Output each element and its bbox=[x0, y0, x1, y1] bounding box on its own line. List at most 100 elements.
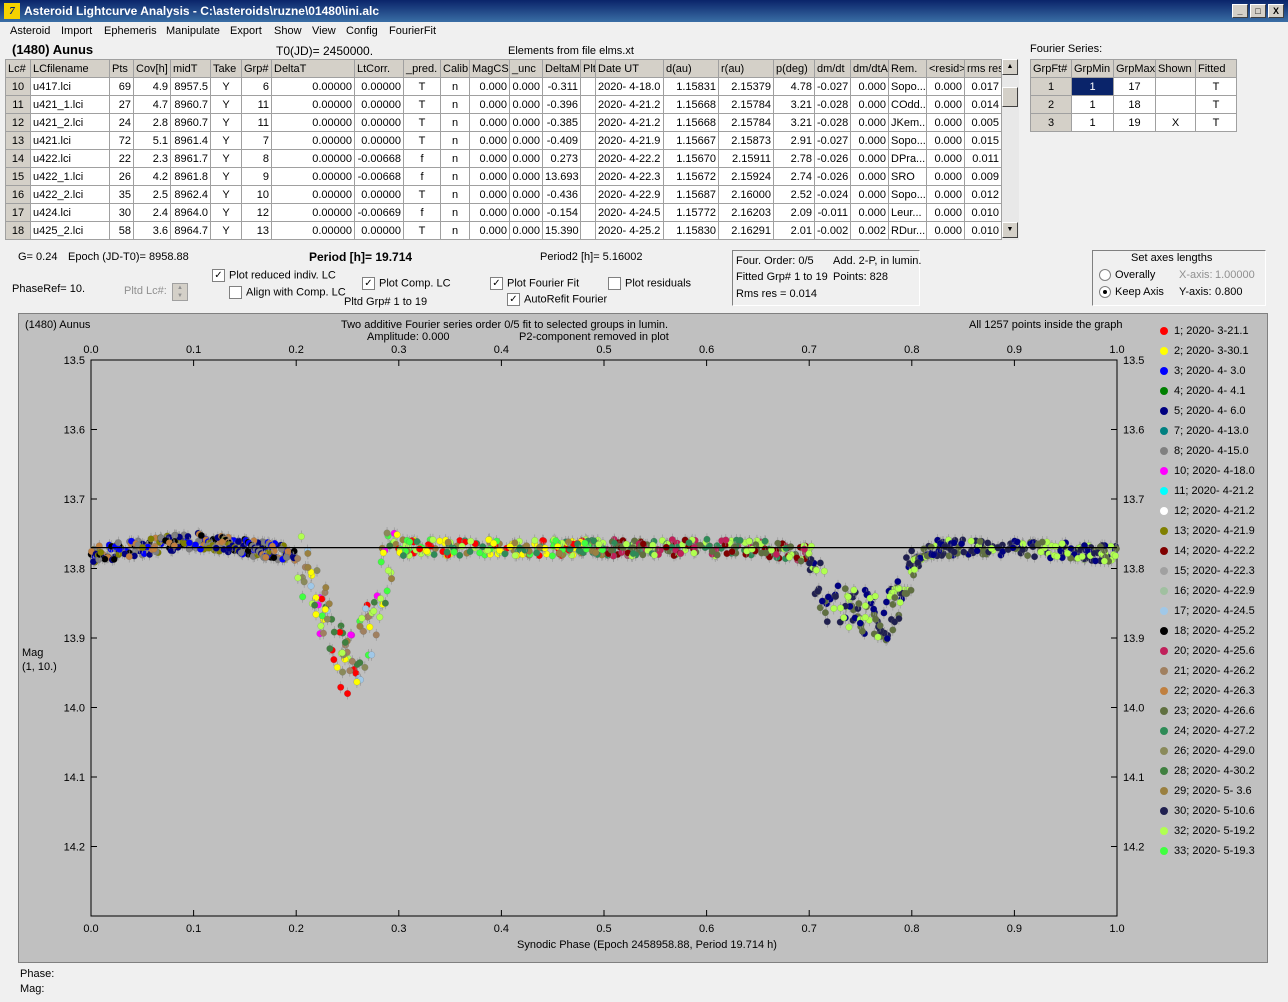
table-cell[interactable] bbox=[580, 203, 596, 222]
table-row[interactable]: 15 u422_1.lci 26 4.2 8961.8 Y 9 0.00000 -0.00668… bbox=[5, 167, 1002, 186]
table-cell[interactable]: 3.21 bbox=[773, 113, 815, 132]
table-cell[interactable]: 1.15667 bbox=[663, 131, 719, 150]
table-cell[interactable]: 0.000 bbox=[926, 77, 965, 96]
table-cell[interactable]: Y bbox=[210, 149, 242, 168]
table-cell[interactable]: 22 bbox=[109, 149, 134, 168]
table-cell[interactable]: -0.00668 bbox=[354, 167, 404, 186]
table-cell[interactable]: 8962.4 bbox=[170, 185, 211, 204]
table-cell[interactable]: u421_2.lci bbox=[30, 113, 110, 132]
plot-fourier-checkbox[interactable]: ✓ Plot Fourier Fit bbox=[490, 277, 579, 290]
autorefit-checkbox[interactable]: ✓ AutoRefit Fourier bbox=[507, 293, 607, 306]
table-cell[interactable]: JKem... bbox=[888, 113, 927, 132]
table-cell[interactable]: 0.000 bbox=[850, 203, 889, 222]
table-cell[interactable]: 8960.7 bbox=[170, 95, 211, 114]
table-cell[interactable]: u422_2.lci bbox=[30, 185, 110, 204]
fourier-column-header[interactable]: GrpFt# bbox=[1030, 59, 1072, 78]
table-cell[interactable]: 10 bbox=[5, 77, 31, 96]
column-header[interactable]: MagCS bbox=[469, 59, 510, 78]
table-row[interactable]: 14 u422.lci 22 2.3 8961.7 Y 8 0.00000 -0.00668 f n… bbox=[5, 149, 1002, 168]
column-header[interactable]: r(au) bbox=[718, 59, 774, 78]
table-cell[interactable]: 0.000 bbox=[509, 203, 543, 222]
table-cell[interactable]: 8961.8 bbox=[170, 167, 211, 186]
table-cell[interactable]: 0.000 bbox=[926, 203, 965, 222]
table-cell[interactable]: 0.00000 bbox=[271, 203, 355, 222]
table-cell[interactable]: 0.00000 bbox=[271, 221, 355, 240]
table-cell[interactable]: 2.16000 bbox=[718, 185, 774, 204]
table-cell[interactable]: 11 bbox=[5, 95, 31, 114]
fourier-row[interactable]: 2 1 18 T bbox=[1030, 95, 1237, 114]
table-cell[interactable]: 0.000 bbox=[469, 77, 510, 96]
table-cell[interactable]: 0.000 bbox=[850, 131, 889, 150]
table-cell[interactable]: 3.6 bbox=[133, 221, 171, 240]
table-cell[interactable]: n bbox=[440, 221, 470, 240]
table-cell[interactable]: 12 bbox=[241, 203, 272, 222]
pltd-lc-spinner[interactable]: ▲ ▼ bbox=[172, 283, 188, 301]
table-cell[interactable]: Y bbox=[210, 95, 242, 114]
table-cell[interactable]: 1.15668 bbox=[663, 113, 719, 132]
menu-fourierfit[interactable]: FourierFit bbox=[389, 25, 436, 37]
table-cell[interactable]: 0.00000 bbox=[354, 131, 404, 150]
table-cell[interactable] bbox=[580, 131, 596, 150]
table-cell[interactable]: 2.52 bbox=[773, 185, 815, 204]
column-header[interactable]: LCfilename bbox=[30, 59, 110, 78]
column-header[interactable]: Pts bbox=[109, 59, 134, 78]
column-header[interactable]: p(deg) bbox=[773, 59, 815, 78]
table-cell[interactable]: RDur... bbox=[888, 221, 927, 240]
column-header[interactable]: midT bbox=[170, 59, 211, 78]
table-cell[interactable]: 1.15831 bbox=[663, 77, 719, 96]
table-cell[interactable]: 11 bbox=[241, 95, 272, 114]
table-cell[interactable]: Y bbox=[210, 113, 242, 132]
table-cell[interactable]: 2020- 4-21.2 bbox=[595, 113, 664, 132]
table-cell[interactable]: -0.002 bbox=[814, 221, 851, 240]
table-cell[interactable]: 5.1 bbox=[133, 131, 171, 150]
fourier-cell[interactable]: X bbox=[1155, 113, 1196, 132]
table-cell[interactable]: 8961.7 bbox=[170, 149, 211, 168]
maximize-button[interactable]: □ bbox=[1250, 4, 1266, 18]
table-cell[interactable]: 16 bbox=[5, 185, 31, 204]
table-cell[interactable]: -0.396 bbox=[542, 95, 581, 114]
column-header[interactable]: Take bbox=[210, 59, 242, 78]
table-cell[interactable]: 0.000 bbox=[509, 167, 543, 186]
minimize-button[interactable]: _ bbox=[1232, 4, 1248, 18]
menu-export[interactable]: Export bbox=[230, 25, 262, 37]
x-axis-value[interactable]: 1.00000 bbox=[1215, 269, 1255, 281]
table-cell[interactable]: T bbox=[403, 95, 441, 114]
table-cell[interactable]: 0.273 bbox=[542, 149, 581, 168]
table-cell[interactable]: 2.09 bbox=[773, 203, 815, 222]
table-cell[interactable]: 0.000 bbox=[926, 113, 965, 132]
table-cell[interactable]: -0.409 bbox=[542, 131, 581, 150]
fourier-cell[interactable]: T bbox=[1195, 113, 1237, 132]
table-cell[interactable]: -0.436 bbox=[542, 185, 581, 204]
table-cell[interactable]: 2020- 4-22.9 bbox=[595, 185, 664, 204]
table-cell[interactable]: 0.000 bbox=[850, 185, 889, 204]
table-cell[interactable]: 18 bbox=[5, 221, 31, 240]
scroll-down-icon[interactable]: ▼ bbox=[1002, 222, 1018, 238]
table-cell[interactable]: 0.00000 bbox=[271, 77, 355, 96]
table-row[interactable]: 17 u424.lci 30 2.4 8964.0 Y 12 0.00000 -0.00669 f… bbox=[5, 203, 1002, 222]
plot-canvas[interactable]: 0.0 0.0 0.1 0.1 0.2 0.2 0.3 0.3 0.4 0.4 0.5 0.5 0.6 0… bbox=[19, 314, 1267, 962]
fourier-row[interactable]: 1 1 17 T bbox=[1030, 77, 1237, 96]
table-cell[interactable]: 0.000 bbox=[509, 185, 543, 204]
fourier-column-header[interactable]: GrpMax bbox=[1113, 59, 1156, 78]
table-cell[interactable]: 0.000 bbox=[509, 113, 543, 132]
table-cell[interactable]: 2.15911 bbox=[718, 149, 774, 168]
table-cell[interactable]: 0.011 bbox=[964, 149, 1002, 168]
column-header[interactable]: Rem. bbox=[888, 59, 927, 78]
table-cell[interactable]: 27 bbox=[109, 95, 134, 114]
table-cell[interactable]: 2.15784 bbox=[718, 95, 774, 114]
fourier-cell[interactable]: 18 bbox=[1113, 95, 1156, 114]
table-cell[interactable]: 2.5 bbox=[133, 185, 171, 204]
table-cell[interactable]: 1.15668 bbox=[663, 95, 719, 114]
table-cell[interactable]: Y bbox=[210, 185, 242, 204]
fourier-cell[interactable] bbox=[1155, 77, 1196, 96]
column-header[interactable]: _pred. bbox=[403, 59, 441, 78]
table-cell[interactable]: 30 bbox=[109, 203, 134, 222]
table-cell[interactable]: n bbox=[440, 77, 470, 96]
table-cell[interactable]: u417.lci bbox=[30, 77, 110, 96]
table-cell[interactable]: 0.000 bbox=[469, 185, 510, 204]
table-cell[interactable]: 4.78 bbox=[773, 77, 815, 96]
table-cell[interactable]: 2020- 4-22.3 bbox=[595, 167, 664, 186]
table-cell[interactable]: -0.154 bbox=[542, 203, 581, 222]
table-cell[interactable]: u421.lci bbox=[30, 131, 110, 150]
table-cell[interactable]: -0.026 bbox=[814, 167, 851, 186]
